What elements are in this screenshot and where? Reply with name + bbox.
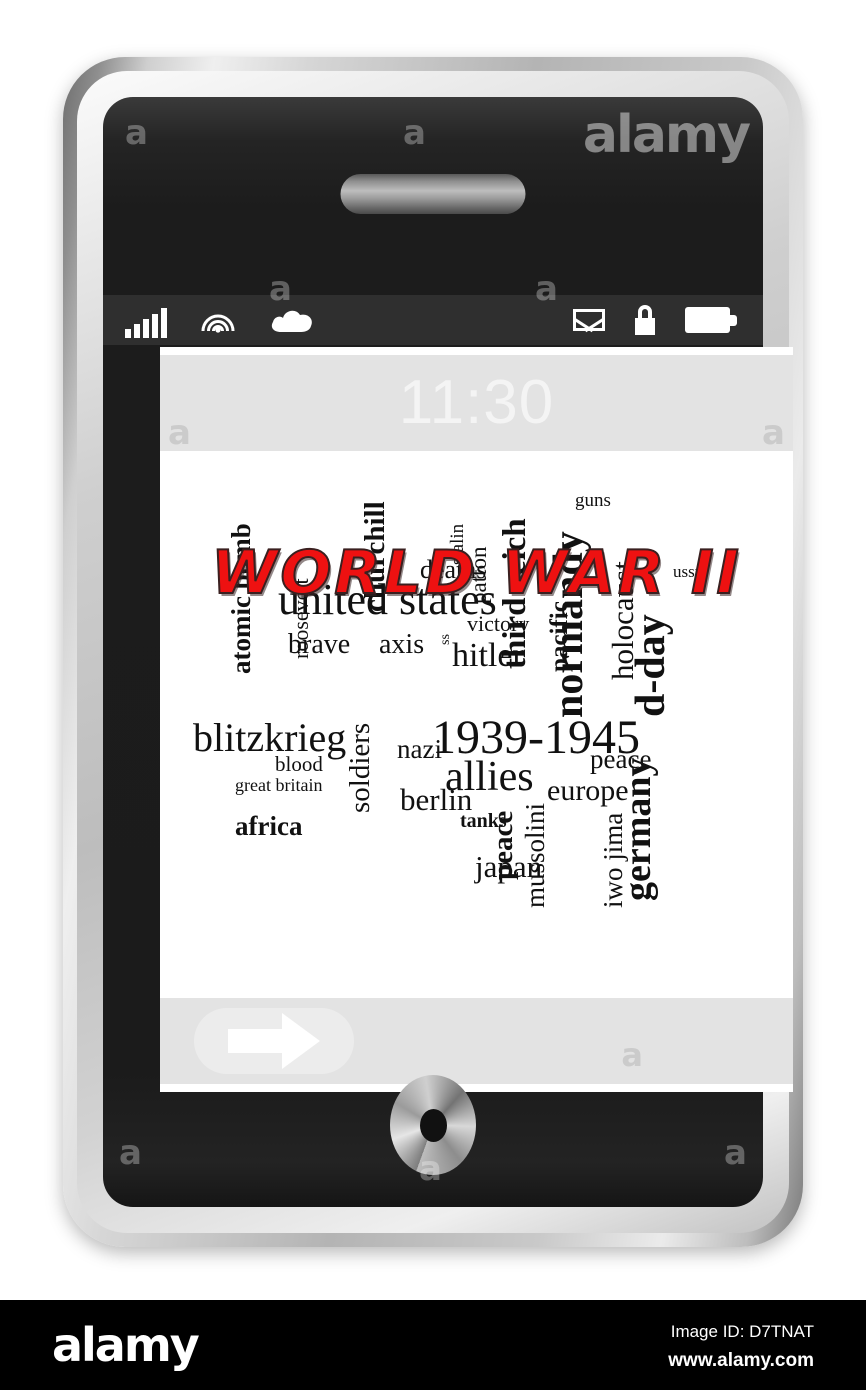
word-cloud-term: axis xyxy=(379,629,425,660)
alamy-logo: alamy xyxy=(52,1318,200,1372)
cloud-icon xyxy=(269,305,315,338)
stock-photo-canvas: 11:30 a a atomic bomb roosevelt churchill d… xyxy=(0,0,866,1300)
home-button-center xyxy=(419,1108,447,1142)
alamy-url: www.alamy.com xyxy=(668,1350,814,1371)
watermark-letter: a xyxy=(119,1133,142,1173)
earpiece-speaker xyxy=(340,174,526,214)
screen-bottom-bar: a xyxy=(160,998,793,1084)
word-cloud-term: allies xyxy=(445,754,534,800)
word-cloud-title-wrap: WORLD WAR II xyxy=(160,538,793,608)
status-bar xyxy=(103,295,763,345)
phone-screen: 11:30 a a atomic bomb roosevelt churchill d… xyxy=(160,347,793,1092)
next-arrow-button[interactable] xyxy=(194,1008,354,1074)
status-bar-right-group xyxy=(573,305,763,335)
watermark-letter: a xyxy=(403,113,426,153)
arrow-right-icon xyxy=(228,1013,320,1069)
word-cloud-term: africa xyxy=(235,811,303,841)
watermark-brand: alamy xyxy=(582,105,751,165)
word-cloud-term: brave xyxy=(288,629,351,660)
word-cloud: atomic bomb roosevelt churchill deaths stali… xyxy=(160,451,793,998)
word-cloud-term: japan xyxy=(475,849,543,884)
clock-display: 11:30 xyxy=(398,368,555,437)
word-cloud-term: germany xyxy=(617,757,659,901)
home-button[interactable] xyxy=(390,1075,476,1175)
phone-body: 11:30 a a atomic bomb roosevelt churchill d… xyxy=(103,97,793,1207)
word-cloud-term: hitler xyxy=(452,637,524,674)
page-title: WORLD WAR II xyxy=(210,538,742,608)
battery-icon xyxy=(685,307,737,333)
watermark-letter: a xyxy=(724,1133,747,1173)
watermark-letter: a xyxy=(125,113,148,153)
watermark-letter: a xyxy=(762,413,785,453)
watermark-letter: a xyxy=(621,1036,643,1074)
watermark-letter: a xyxy=(168,413,191,453)
word-cloud-term: guns xyxy=(575,490,611,511)
word-cloud-term: blood xyxy=(275,752,323,776)
word-cloud-term: d-day xyxy=(628,614,674,717)
word-cloud-term: great britain xyxy=(235,775,323,795)
signal-bars-icon xyxy=(125,307,167,338)
lock-icon xyxy=(635,305,655,335)
status-bar-left-group xyxy=(103,303,315,338)
word-cloud-term: ss xyxy=(438,634,453,645)
image-id-label: Image ID: D7TNAT xyxy=(670,1322,814,1341)
footer-bar: alamy Image ID: D7TNAT www.alamy.com xyxy=(0,1300,866,1390)
word-cloud-term: blitzkrieg xyxy=(193,715,347,760)
wifi-icon xyxy=(201,303,235,338)
word-cloud-term: soldiers xyxy=(344,722,376,813)
word-cloud-term: victory xyxy=(467,611,530,636)
phone-device: 11:30 a a atomic bomb roosevelt churchill d… xyxy=(63,57,803,1247)
clock-bar: 11:30 a a xyxy=(160,355,793,453)
word-cloud-term: tanks xyxy=(460,810,507,832)
envelope-icon xyxy=(573,309,605,331)
